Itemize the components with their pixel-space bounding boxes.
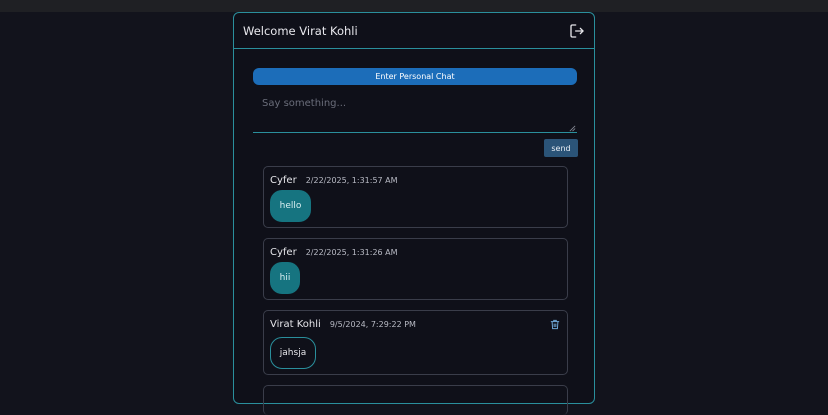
browser-top-bar xyxy=(0,0,828,12)
message-author: Virat Kohli xyxy=(270,319,321,330)
logout-icon[interactable] xyxy=(569,23,585,39)
enter-personal-chat-button[interactable]: Enter Personal Chat xyxy=(253,68,577,85)
message-timestamp: 2/22/2025, 1:31:57 AM xyxy=(305,176,398,185)
message-author: Cyfer xyxy=(270,175,297,186)
message-card xyxy=(263,385,568,415)
message-timestamp: 2/22/2025, 1:31:26 AM xyxy=(305,248,398,257)
panel-header: Welcome Virat Kohli xyxy=(234,13,594,49)
message-header: Cyfer 2/22/2025, 1:31:57 AM xyxy=(270,175,398,186)
message-author: Cyfer xyxy=(270,247,297,258)
message-header: Cyfer 2/22/2025, 1:31:26 AM xyxy=(270,247,398,258)
message-card: Cyfer 2/22/2025, 1:31:26 AM hii xyxy=(263,238,568,300)
resize-handle-icon[interactable] xyxy=(569,125,576,132)
message-header: Virat Kohli 9/5/2024, 7:29:22 PM xyxy=(270,319,416,330)
chat-panel: Welcome Virat Kohli Enter Personal Chat … xyxy=(233,12,595,415)
message-bubble: jahsja xyxy=(270,337,316,369)
message-input[interactable] xyxy=(253,91,577,133)
message-card: Virat Kohli 9/5/2024, 7:29:22 PM jahsja xyxy=(263,310,568,375)
welcome-title: Welcome Virat Kohli xyxy=(243,23,358,38)
message-bubble: hello xyxy=(270,190,311,222)
message-card: Cyfer 2/22/2025, 1:31:57 AM hello xyxy=(263,166,568,228)
trash-icon[interactable] xyxy=(550,319,560,330)
message-bubble: hii xyxy=(270,262,300,294)
send-button[interactable]: send xyxy=(544,139,578,157)
message-timestamp: 9/5/2024, 7:29:22 PM xyxy=(329,320,416,329)
